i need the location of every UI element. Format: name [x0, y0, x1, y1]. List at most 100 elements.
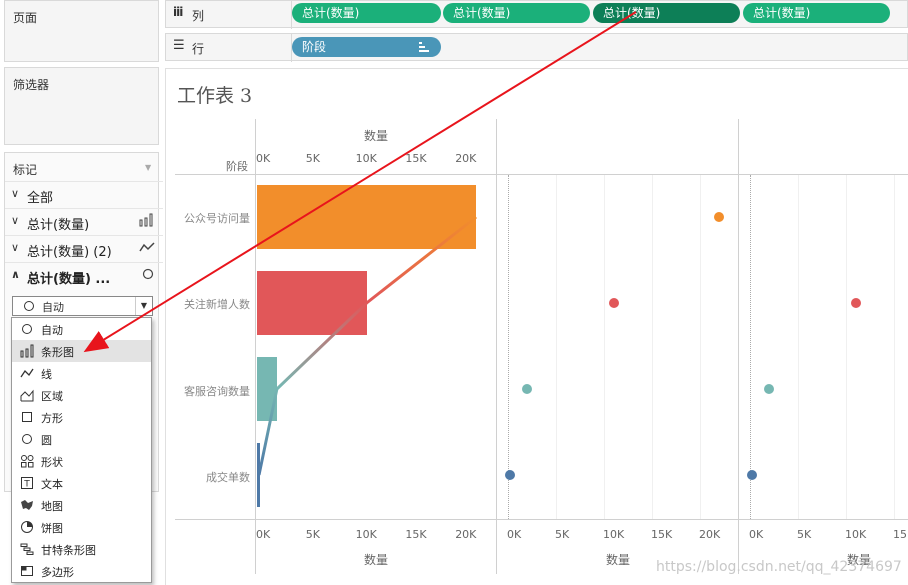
filters-title: 筛选器 [13, 78, 50, 92]
bar-chart-icon [20, 344, 34, 358]
pages-panel: 页面 [4, 0, 159, 62]
text-icon: T [21, 477, 33, 490]
bar-mark[interactable] [257, 271, 367, 335]
circle-mark[interactable] [746, 470, 757, 480]
tick-label: 5K [797, 528, 812, 541]
marks-row-all[interactable]: ∨ 全部 [5, 181, 163, 208]
mark-option-pie[interactable]: 饼图 [12, 516, 151, 538]
mark-option-map[interactable]: 地图 [12, 494, 151, 516]
mark-option-bar[interactable]: 条形图 [12, 340, 151, 362]
tick-label: 5K [305, 152, 321, 165]
marks-row-line[interactable]: ∨ 总计(数量) (2) [5, 235, 163, 262]
tick-label: 15K [405, 528, 427, 541]
rows-label: 行 [192, 42, 205, 56]
pane-divider [738, 119, 739, 574]
bottom-axis-divider [175, 519, 908, 520]
gridline [750, 175, 752, 519]
tick-label: 0K [507, 528, 522, 541]
bar-mark[interactable] [257, 443, 260, 507]
watermark: https://blog.csdn.net/qq_42374697 [656, 559, 902, 575]
sheet-title: 工作表 3 [177, 85, 253, 107]
circle-mark[interactable] [608, 298, 619, 308]
bar-chart-icon [139, 213, 153, 227]
gridline [700, 175, 701, 519]
marks-row-bar[interactable]: ∨ 总计(数量) [5, 208, 163, 235]
column-pill-1[interactable]: 总计(数量) [292, 3, 441, 23]
bottom-axis-title-2: 数量 [606, 553, 631, 567]
row-pill-label: 阶段 [302, 40, 327, 54]
option-label: 地图 [41, 500, 63, 513]
columns-icon: iii [173, 5, 183, 19]
marks-row-label: 全部 [27, 191, 54, 206]
tick-label: 15K [405, 152, 427, 165]
option-label: 自动 [41, 324, 63, 337]
marks-row-label: 总计(数量) ... [27, 272, 111, 287]
chevron-down-icon: ∨ [11, 241, 20, 254]
mark-type-select[interactable]: 自动 ▼ [12, 296, 153, 316]
chevron-down-icon: ∨ [11, 187, 20, 200]
mark-option-area[interactable]: 区域 [12, 384, 151, 406]
circle-mark[interactable] [850, 298, 861, 308]
sort-descending-icon [419, 42, 429, 52]
mark-option-square[interactable]: 方形 [12, 406, 151, 428]
top-axis-title: 数量 [364, 129, 389, 143]
chevron-down-icon: ∨ [11, 214, 20, 227]
filters-panel[interactable]: 筛选器 [4, 67, 159, 145]
row-label-4: 成交单数 [206, 471, 250, 484]
column-pill-3[interactable]: 总计(数量) [593, 3, 740, 23]
mark-option-auto[interactable]: 自动 [12, 318, 151, 340]
mark-type-dropdown: 自动 条形图 线 区域 方形 圆 形状 T 文本 地图 饼图 甘特条形图 多边形 [11, 317, 152, 583]
mark-option-shape[interactable]: 形状 [12, 450, 151, 472]
option-label: 饼图 [41, 522, 63, 535]
option-label: 圆 [41, 434, 52, 447]
option-label: 区域 [41, 390, 63, 403]
marks-title: 标记 [13, 163, 38, 177]
row-pill-stage[interactable]: 阶段 [292, 37, 441, 57]
mark-type-value: 自动 [42, 301, 64, 314]
gantt-icon [20, 543, 34, 555]
gridline [556, 175, 557, 519]
circle-mark[interactable] [504, 470, 515, 480]
mark-option-polygon[interactable]: 多边形 [12, 560, 151, 582]
option-label: 形状 [41, 456, 63, 469]
tick-label: 15K [651, 528, 673, 541]
area-icon [20, 389, 34, 402]
pie-icon [21, 521, 33, 533]
circle-icon [142, 268, 154, 280]
tick-label: 20K [699, 528, 721, 541]
column-pill-4[interactable]: 总计(数量) [743, 3, 890, 23]
shapes-icon [21, 455, 34, 468]
pane-divider [496, 119, 497, 574]
tick-label: 5K [555, 528, 570, 541]
circle-icon [24, 301, 34, 311]
dropdown-arrow-icon: ▼ [135, 297, 152, 315]
option-label: 条形图 [41, 346, 74, 359]
mark-option-line[interactable]: 线 [12, 362, 151, 384]
tick-label: 5K [305, 528, 321, 541]
row-label-3: 客服咨询数量 [184, 385, 250, 398]
gridline [604, 175, 605, 519]
tick-label: 20K [455, 528, 477, 541]
mark-option-text[interactable]: T 文本 [12, 472, 151, 494]
rows-shelf[interactable]: ☰ 行 [165, 33, 908, 62]
line-icon [20, 368, 34, 378]
marks-menu-caret[interactable]: ▼ [145, 163, 151, 172]
pages-title: 页面 [13, 11, 38, 25]
option-label: 多边形 [41, 566, 74, 579]
tick-label: 0K [749, 528, 764, 541]
option-label: 甘特条形图 [41, 544, 96, 557]
marks-row-label: 总计(数量) (2) [27, 245, 112, 260]
mark-option-gantt[interactable]: 甘特条形图 [12, 538, 151, 560]
marks-row-circle[interactable]: ∧ 总计(数量) ... [5, 262, 163, 289]
option-label: 文本 [41, 478, 63, 491]
bar-mark[interactable] [257, 357, 277, 421]
tick-label: 20K [455, 152, 477, 165]
chevron-up-icon: ∧ [11, 268, 20, 281]
row-label-2: 关注新增人数 [184, 298, 250, 311]
tick-label: 10K [355, 152, 377, 165]
gridline [652, 175, 653, 519]
mark-option-circle[interactable]: 圆 [12, 428, 151, 450]
row-label-1: 公众号访问量 [184, 212, 250, 225]
bar-mark[interactable] [257, 185, 477, 249]
column-pill-2[interactable]: 总计(数量) [443, 3, 590, 23]
